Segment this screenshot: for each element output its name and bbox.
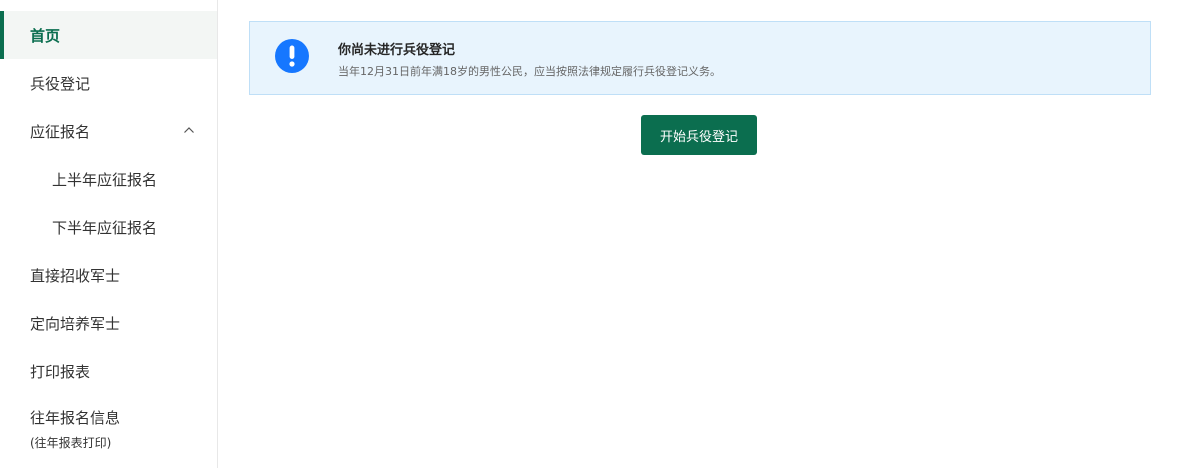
sidebar-item-sublabel: (往年报表打印) [30, 436, 112, 450]
exclamation-circle-icon [275, 39, 309, 73]
sidebar-item-directed-training-nco[interactable]: 定向培养军士 [0, 299, 217, 347]
sidebar-item-first-half-signup[interactable]: 上半年应征报名 [0, 155, 217, 203]
app: 首页 兵役登记 应征报名 上半年应征报名 下半年应征报名 直接招收军士 定向培养… [0, 0, 1182, 468]
sidebar-item-label: 直接招收军士 [30, 266, 121, 285]
sidebar-item-enlistment-signup[interactable]: 应征报名 [0, 107, 217, 155]
sidebar-item-military-registration[interactable]: 兵役登记 [0, 59, 217, 107]
sidebar: 首页 兵役登记 应征报名 上半年应征报名 下半年应征报名 直接招收军士 定向培养… [0, 0, 218, 468]
alert-description: 当年12月31日前年满18岁的男性公民，应当按照法律规定履行兵役登记义务。 [338, 65, 721, 78]
registration-alert: 你尚未进行兵役登记 当年12月31日前年满18岁的男性公民，应当按照法律规定履行… [249, 21, 1151, 95]
sidebar-item-label: 应征报名 [30, 122, 91, 141]
sidebar-item-label: 定向培养军士 [30, 314, 121, 333]
start-registration-button[interactable]: 开始兵役登记 [641, 115, 757, 155]
sidebar-item-label: 打印报表 [30, 362, 91, 381]
sidebar-item-second-half-signup[interactable]: 下半年应征报名 [0, 203, 217, 251]
main-content: 你尚未进行兵役登记 当年12月31日前年满18岁的男性公民，应当按照法律规定履行… [219, 0, 1182, 468]
chevron-up-icon[interactable] [183, 124, 195, 136]
sidebar-item-print-report[interactable]: 打印报表 [0, 347, 217, 395]
sidebar-item-label: 上半年应征报名 [52, 170, 158, 189]
sidebar-item-label: 下半年应征报名 [52, 218, 158, 237]
sidebar-item-home[interactable]: 首页 [0, 11, 217, 59]
sidebar-item-label: 首页 [30, 26, 61, 45]
sidebar-item-label: 兵役登记 [30, 74, 91, 93]
sidebar-item-label: 往年报名信息 [30, 409, 121, 427]
alert-title: 你尚未进行兵役登记 [338, 43, 456, 58]
sidebar-item-direct-recruit-nco[interactable]: 直接招收军士 [0, 251, 217, 299]
sidebar-item-past-signup-info[interactable]: 往年报名信息 (往年报表打印) [0, 399, 217, 459]
